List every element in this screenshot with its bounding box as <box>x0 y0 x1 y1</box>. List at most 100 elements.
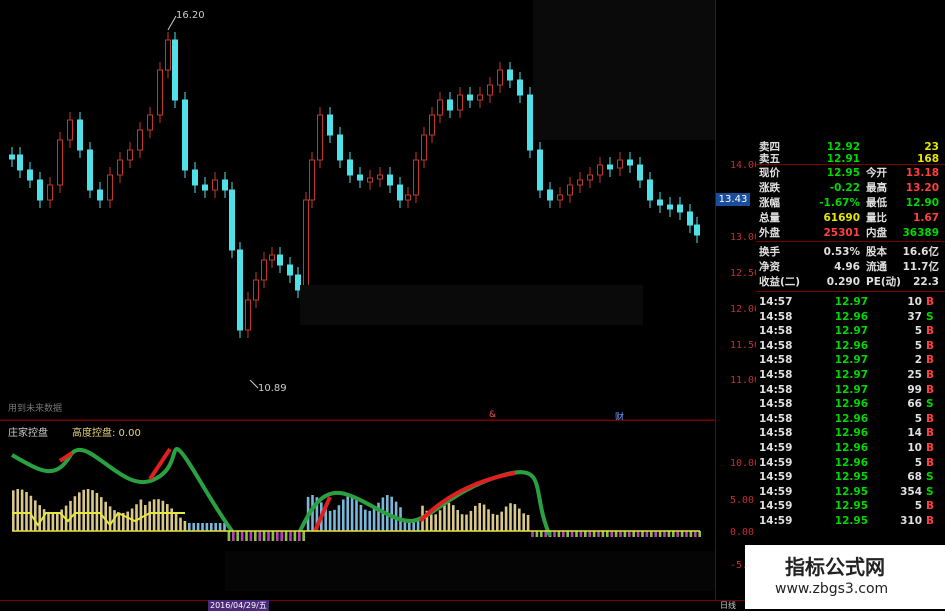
tick-row[interactable]: 14:59 12.95 68 S <box>756 470 945 485</box>
indicator-bar <box>601 531 605 537</box>
tick-row[interactable]: 14:59 12.96 10 B <box>756 441 945 456</box>
indicator-bar <box>606 531 609 537</box>
indicator-bar <box>482 504 486 531</box>
quote-row: 收益(二) 0.290 PE(动) 22.3 <box>756 275 945 289</box>
candle-body <box>17 154 23 171</box>
candle-body <box>67 119 73 141</box>
candle-body <box>527 94 533 151</box>
tick-row[interactable]: 14:58 12.96 5 B <box>756 412 945 427</box>
indicator-bar <box>346 495 349 531</box>
indicator-bar <box>654 531 657 537</box>
tick-row[interactable]: 14:59 12.95 354 S <box>756 485 945 500</box>
candle-body <box>165 39 171 71</box>
quote-label: PE(动) <box>866 276 901 288</box>
tick-side: S <box>926 471 934 484</box>
indicator-bar <box>108 506 112 531</box>
indicator-bar <box>117 512 121 531</box>
candle-body <box>261 259 267 281</box>
indicator-bar <box>271 531 275 541</box>
indicator-bar <box>496 514 499 531</box>
indicator-bar <box>650 531 653 537</box>
extreme-leader <box>249 379 259 389</box>
candle-body <box>337 134 343 161</box>
tick-price: 12.97 <box>834 296 868 308</box>
candle-body <box>627 159 633 166</box>
indicator-bar <box>443 505 446 531</box>
indicator-pane[interactable]: 庄家控盘 高度控盘: 0.00 <box>0 420 715 601</box>
tick-side: S <box>926 310 934 323</box>
indicator-bar <box>509 503 512 531</box>
watermark-title: 指标公式网 <box>785 555 885 579</box>
indicator-bar <box>126 511 129 531</box>
high-price-label: 16.20 <box>176 10 205 21</box>
kline-chart[interactable]: 16.20 10.89 用到未来数据 & 财 <box>0 0 715 423</box>
candle-body <box>377 174 383 180</box>
candle-body <box>212 179 218 191</box>
tick-row[interactable]: 14:58 12.97 99 B <box>756 383 945 398</box>
masked-region <box>225 551 715 591</box>
indicator-bar <box>298 531 301 541</box>
candle-body <box>202 184 208 191</box>
low-price-label: 10.89 <box>258 383 287 394</box>
tick-row[interactable]: 14:58 12.96 37 S <box>756 310 945 325</box>
masked-region <box>533 0 715 140</box>
candle-body <box>157 69 163 116</box>
indicator-bar <box>232 531 235 541</box>
indicator-bar <box>672 531 675 537</box>
candle-body <box>567 184 573 196</box>
tick-volume: 5 <box>914 412 922 425</box>
indicator-bar <box>526 514 530 531</box>
candle-body <box>457 94 463 111</box>
candle-body <box>107 174 113 201</box>
tick-volume: 5 <box>914 339 922 352</box>
watermark: 指标公式网 www.zbgs3.com <box>745 545 945 609</box>
indicator-bar <box>227 531 231 541</box>
candle-body <box>182 99 188 171</box>
period-label[interactable]: 日线 <box>720 600 736 611</box>
tick-time: 14:59 <box>759 456 793 469</box>
candle-body <box>47 184 53 201</box>
indicator-bar <box>262 531 266 541</box>
quote-label: 外盘 <box>759 227 780 239</box>
tick-row[interactable]: 14:58 12.96 5 B <box>756 339 945 354</box>
indicator-bar <box>152 499 156 531</box>
indicator-bar <box>680 531 684 537</box>
tick-row[interactable]: 14:58 12.96 14 B <box>756 426 945 441</box>
quote-label: 流通 <box>866 261 887 273</box>
tick-row[interactable]: 14:59 12.96 5 B <box>756 456 945 471</box>
indicator-bar <box>689 531 693 537</box>
indicator-bar <box>465 514 468 531</box>
tick-side: B <box>926 369 935 381</box>
tick-row[interactable]: 14:58 12.97 2 B <box>756 353 945 368</box>
indicator-bar <box>56 512 59 531</box>
tick-row[interactable]: 14:58 12.97 25 B <box>756 368 945 383</box>
indicator-bar <box>210 523 213 531</box>
candle-body <box>137 129 143 151</box>
tick-row[interactable]: 14:57 12.97 10 B <box>756 295 945 310</box>
tick-row[interactable]: 14:59 12.95 310 B <box>756 514 945 529</box>
tick-volume: 14 <box>907 427 922 440</box>
tick-row[interactable]: 14:59 12.95 5 B <box>756 499 945 514</box>
indicator-bar <box>51 512 55 531</box>
tick-time: 14:59 <box>759 500 793 513</box>
candle-body <box>405 194 411 201</box>
indicator-bar <box>685 531 688 537</box>
tick-price: 12.95 <box>834 485 868 498</box>
quote-label: 最高 <box>866 182 887 194</box>
indicator-bar <box>513 504 517 531</box>
tick-side: B <box>926 339 935 352</box>
indicator-tick: 5.00 <box>730 495 755 506</box>
tick-side: S <box>926 398 934 411</box>
quote-label: 现价 <box>759 167 780 179</box>
indicator-bar <box>302 531 305 541</box>
candle-body <box>429 114 435 136</box>
indicator-bar <box>293 531 297 541</box>
tick-volume: 37 <box>907 310 922 323</box>
tick-row[interactable]: 14:58 12.96 66 S <box>756 397 945 412</box>
indicator-bar <box>78 492 81 531</box>
tick-row[interactable]: 14:58 12.97 5 B <box>756 324 945 339</box>
event-marker[interactable]: & <box>489 410 496 420</box>
tick-time: 14:59 <box>759 515 793 527</box>
quote-label: 收益(二) <box>759 276 801 288</box>
indicator-bar <box>342 499 345 531</box>
